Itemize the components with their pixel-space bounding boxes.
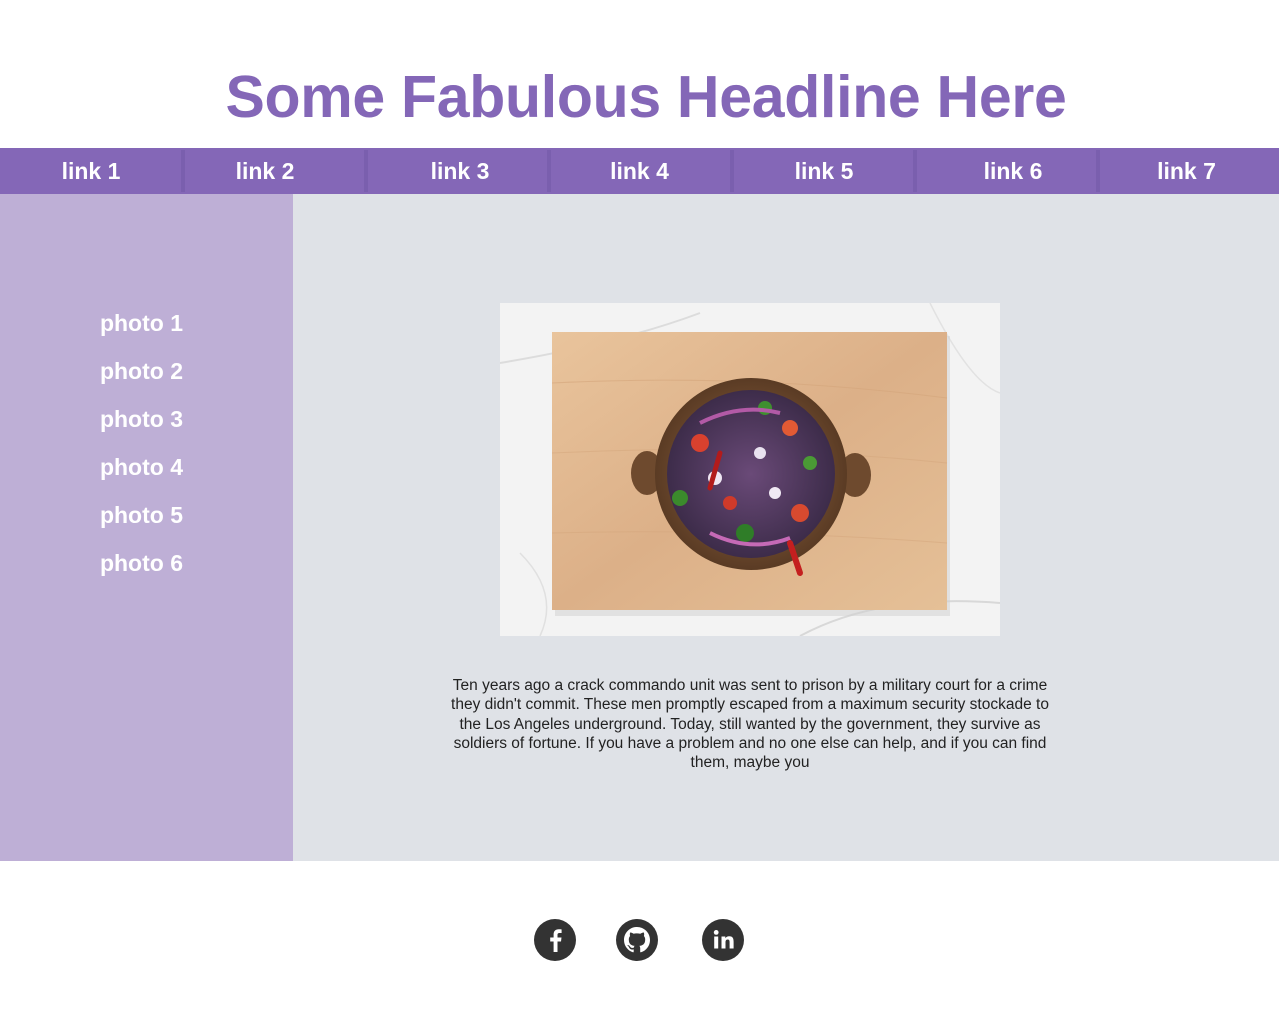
linkedin-icon[interactable] (702, 919, 744, 961)
github-icon[interactable] (616, 919, 658, 961)
photo-caption: Ten years ago a crack commando unit was … (451, 677, 1049, 772)
nav-link-4[interactable]: link 4 (551, 148, 728, 194)
page: Some Fabulous Headline Here link 1 link … (0, 0, 1279, 1021)
sidebar-item-photo-5[interactable]: photo 5 (0, 496, 183, 544)
top-nav: link 1 link 2 link 3 link 4 link 5 link … (0, 148, 1279, 194)
nav-link-5[interactable]: link 5 (734, 148, 914, 194)
nav-link-2[interactable]: link 2 (185, 148, 345, 194)
sidebar-item-photo-4[interactable]: photo 4 (0, 448, 183, 496)
salad-bowl-image (500, 303, 1000, 636)
footer (0, 861, 1279, 1021)
main-content: Ten years ago a crack commando unit was … (293, 194, 1279, 861)
page-headline: Some Fabulous Headline Here (225, 64, 1067, 130)
header: Some Fabulous Headline Here (0, 0, 1279, 148)
sidebar: photo 1 photo 2 photo 3 photo 4 photo 5 … (0, 194, 293, 861)
sidebar-item-photo-3[interactable]: photo 3 (0, 400, 183, 448)
nav-link-7[interactable]: link 7 (1100, 148, 1273, 194)
sidebar-item-photo-6[interactable]: photo 6 (0, 544, 183, 592)
nav-link-3[interactable]: link 3 (368, 148, 552, 194)
sidebar-item-photo-2[interactable]: photo 2 (0, 352, 183, 400)
nav-link-6[interactable]: link 6 (917, 148, 1109, 194)
featured-photo (500, 303, 1000, 636)
photo-list: photo 1 photo 2 photo 3 photo 4 photo 5 … (0, 304, 183, 592)
facebook-icon[interactable] (534, 919, 576, 961)
sidebar-item-photo-1[interactable]: photo 1 (0, 304, 183, 352)
nav-link-1[interactable]: link 1 (0, 148, 182, 194)
